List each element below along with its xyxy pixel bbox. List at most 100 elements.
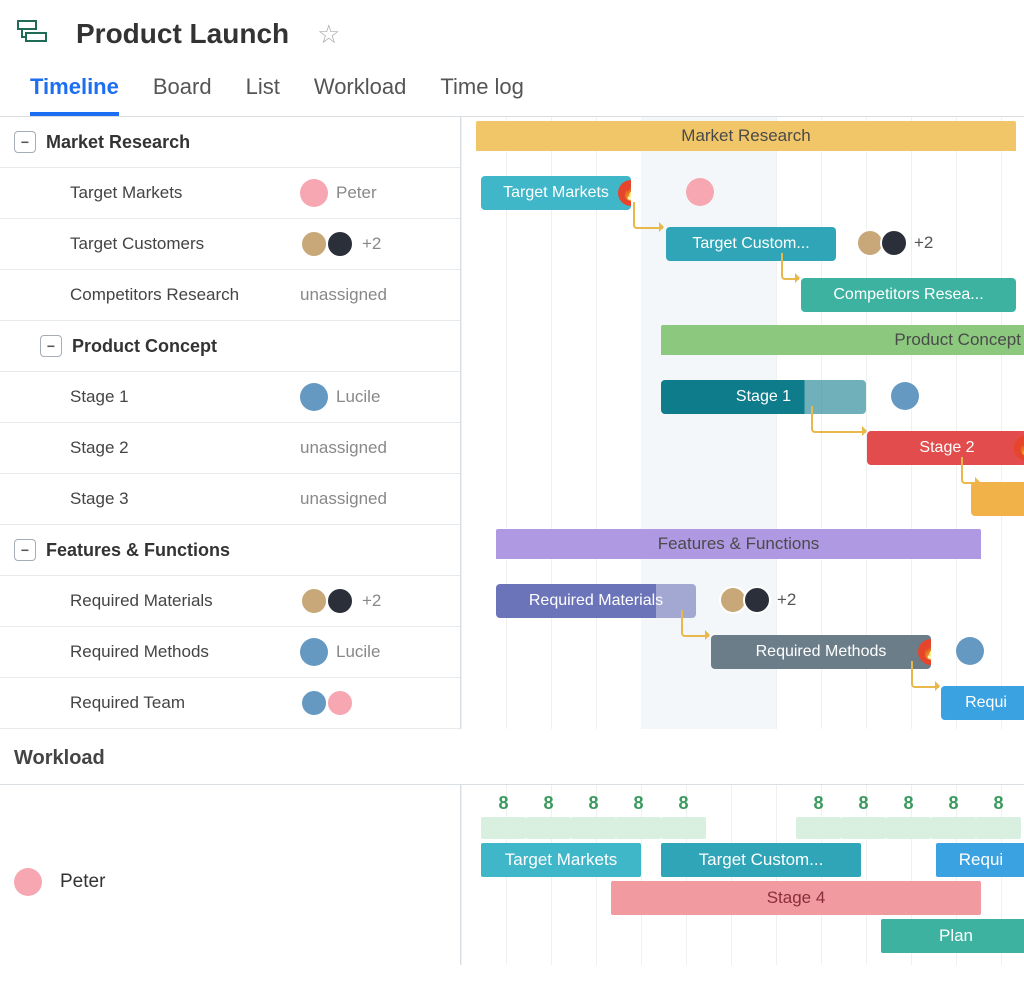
workload-hours-cell: 8 [976,793,1021,814]
bar-assignees[interactable]: +2 [719,586,796,614]
assignee-cell[interactable]: unassigned [300,489,460,509]
workload-hours-cell: 8 [931,793,976,814]
avatar [300,179,328,207]
avatar [686,178,714,206]
avatar [300,638,328,666]
workload-capacity-band [661,817,706,839]
assignee-cell[interactable] [300,689,460,717]
priority-flame-icon [618,180,631,206]
group-label: Market Research [46,132,190,153]
avatar [326,689,354,717]
task-group[interactable]: −Market Research [0,117,460,168]
gantt-bar[interactable]: Requi [941,686,1024,720]
tab-timeline[interactable]: Timeline [30,74,119,116]
assignee-cell[interactable]: Lucile [300,638,460,666]
bar-assignees[interactable] [956,637,984,665]
timeline-pane: −Market ResearchTarget MarketsPeterTarge… [0,116,1024,729]
workload-hours-cell: 8 [571,793,616,814]
bar-assignees[interactable] [891,382,919,410]
workload-capacity-band [481,817,526,839]
task-name: Required Team [70,693,300,713]
task-row[interactable]: Required Materials+2 [0,576,460,627]
gantt-summary-bar[interactable]: Market Research [476,121,1016,151]
gantt-bar[interactable]: Stage 2 [867,431,1024,465]
tab-list[interactable]: List [246,74,280,116]
tab-time-log[interactable]: Time log [440,74,524,116]
tab-board[interactable]: Board [153,74,212,116]
task-group[interactable]: −Features & Functions [0,525,460,576]
avatar [743,586,771,614]
task-row[interactable]: Stage 1Lucile [0,372,460,423]
group-label: Features & Functions [46,540,230,561]
avatar [880,229,908,257]
tab-workload[interactable]: Workload [314,74,407,116]
task-name: Stage 2 [70,438,300,458]
assignee-cell[interactable]: +2 [300,230,460,258]
assignee-text: unassigned [300,438,387,458]
assignee-cell[interactable]: Lucile [300,383,460,411]
gantt-summary-bar[interactable]: Product Concept [661,325,1024,355]
workload-hours-cell: 8 [616,793,661,814]
star-icon[interactable]: ☆ [317,19,340,50]
task-row[interactable]: Stage 3unassigned [0,474,460,525]
page-header: Product Launch ☆ [0,0,1024,60]
task-name: Stage 3 [70,489,300,509]
avatar [300,587,328,615]
workload-capacity-band [841,817,886,839]
assignee-cell[interactable]: unassigned [300,438,460,458]
workload-task-bar[interactable]: Plan [881,919,1024,953]
assignee-cell[interactable]: unassigned [300,285,460,305]
gantt-bar[interactable]: Required Methods [711,635,931,669]
assignee-cell[interactable]: Peter [300,179,460,207]
assignee-text: Peter [336,183,377,203]
collapse-button[interactable]: − [14,539,36,561]
workload-capacity-band [526,817,571,839]
gantt-bar[interactable]: Required Materials [496,584,696,618]
task-name: Target Customers [70,234,300,254]
collapse-button[interactable]: − [14,131,36,153]
workload-hours-cell: 8 [796,793,841,814]
avatar [300,689,328,717]
avatar [891,382,919,410]
bar-assignees[interactable] [686,178,714,206]
task-group[interactable]: −Product Concept [0,321,460,372]
gantt-bar[interactable]: Competitors Resea... [801,278,1016,312]
workload-person-name: Peter [60,871,105,893]
workload-capacity-band [886,817,931,839]
assignee-text: unassigned [300,285,387,305]
task-row[interactable]: Stage 2unassigned [0,423,460,474]
workload-hours-cell: 8 [661,793,706,814]
gantt-summary-bar[interactable]: Features & Functions [496,529,981,559]
gantt-panel[interactable]: Market Research Target Markets Target Cust… [460,117,1024,729]
workload-chart[interactable]: 8888888888Target MarketsTarget Custom...… [460,785,1024,965]
avatar [14,868,42,896]
workload-task-bar[interactable]: Target Custom... [661,843,861,877]
task-row[interactable]: Target Customers+2 [0,219,460,270]
task-row[interactable]: Required MethodsLucile [0,627,460,678]
workload-row: Peter 8888888888Target MarketsTarget Cus… [0,785,1024,965]
view-tabs: Timeline Board List Workload Time log [0,60,1024,116]
task-row[interactable]: Target MarketsPeter [0,168,460,219]
workload-task-bar[interactable]: Requi [936,843,1024,877]
assignee-overflow: +2 [914,233,933,253]
workload-hours-cell: 8 [481,793,526,814]
collapse-button[interactable]: − [40,335,62,357]
avatar [956,637,984,665]
workload-hours-cell: 8 [886,793,931,814]
workload-capacity-band [571,817,616,839]
task-row[interactable]: Required Team [0,678,460,729]
workload-capacity-band [796,817,841,839]
gantt-bar[interactable]: Target Custom... [666,227,836,261]
workload-person[interactable]: Peter [0,785,460,965]
bar-assignees[interactable]: +2 [856,229,933,257]
task-name: Competitors Research [70,285,300,305]
assignee-cell[interactable]: +2 [300,587,460,615]
workload-task-bar[interactable]: Stage 4 [611,881,981,915]
gantt-bar[interactable] [971,482,1024,516]
workload-capacity-band [931,817,976,839]
task-row[interactable]: Competitors Researchunassigned [0,270,460,321]
workload-heading: Workload [0,729,1024,785]
gantt-bar[interactable]: Target Markets [481,176,631,210]
workload-task-bar[interactable]: Target Markets [481,843,641,877]
task-list-panel: −Market ResearchTarget MarketsPeterTarge… [0,117,460,729]
